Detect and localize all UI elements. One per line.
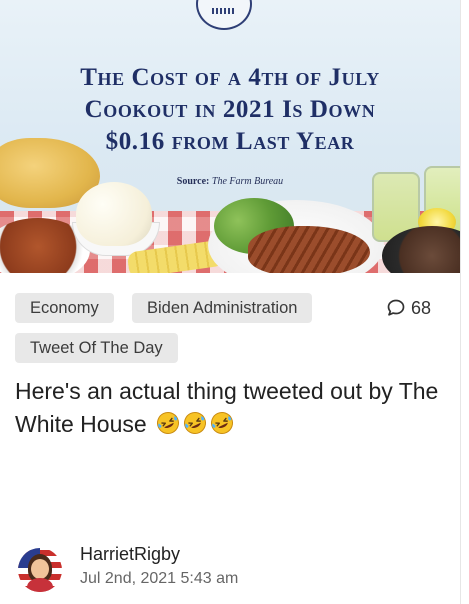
avatar-face (31, 559, 49, 579)
white-house-seal (196, 0, 252, 30)
avatar[interactable] (18, 548, 62, 592)
tag-tweet-of-the-day[interactable]: Tweet Of The Day (15, 333, 178, 363)
ice-cream-food (76, 182, 152, 246)
rolling-on-floor-laughing-icon (156, 411, 180, 444)
post-card[interactable]: The Cost of a 4th of July Cookout in 202… (0, 0, 461, 604)
tag-biden-administration[interactable]: Biden Administration (132, 293, 313, 323)
post-text[interactable]: Here's an actual thing tweeted out by Th… (15, 375, 455, 444)
post-date: Jul 2nd, 2021 5:43 am (80, 570, 239, 587)
image-source-name: The Farm Bureau (211, 176, 284, 187)
post-image[interactable]: The Cost of a 4th of July Cookout in 202… (0, 0, 460, 273)
speech-bubble-icon (386, 298, 406, 318)
steak-food (248, 226, 370, 273)
avatar-shirt (27, 578, 53, 592)
tag-economy[interactable]: Economy (15, 293, 114, 323)
image-source-label: Source: (176, 176, 210, 187)
rolling-on-floor-laughing-icon (210, 411, 234, 444)
image-headline-line: The Cost of a 4th of July (80, 64, 380, 91)
rolling-on-floor-laughing-icon (183, 411, 207, 444)
comments-link[interactable]: 68 (386, 294, 431, 322)
comment-count: 68 (411, 297, 432, 318)
author-name[interactable]: HarrietRigby (80, 544, 180, 565)
image-headline-line: Cookout in 2021 Is Down (84, 96, 376, 123)
